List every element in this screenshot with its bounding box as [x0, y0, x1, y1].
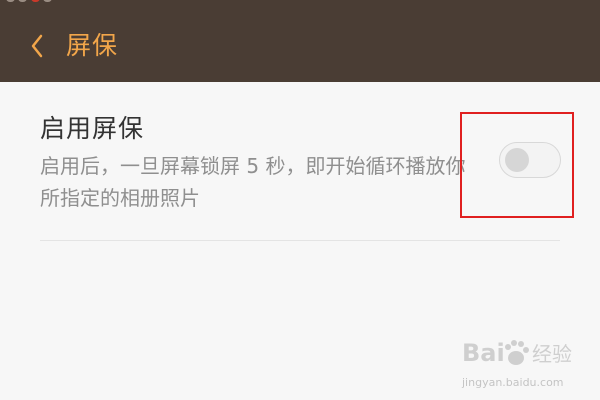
chevron-left-icon: [31, 34, 43, 58]
setting-description: 启用后，一旦屏幕锁屏 5 秒，即开始循环播放你所指定的相册照片: [40, 154, 466, 210]
screensaver-toggle[interactable]: [499, 142, 561, 178]
baidu-jingyan-watermark: Bai 经验 jingyan.baidu.com: [462, 334, 592, 394]
baidu-paw-logo: Bai 经验: [462, 339, 572, 367]
back-button[interactable]: [26, 30, 50, 62]
svg-text:Bai: Bai: [462, 339, 505, 367]
toggle-knob: [505, 148, 529, 172]
setting-title: 启用屏保: [40, 114, 145, 143]
divider: [40, 240, 560, 241]
app-header: 屏保: [0, 0, 600, 82]
svg-text:经验: 经验: [532, 342, 572, 366]
page-title: 屏保: [66, 31, 119, 60]
status-bar-fragment: [0, 0, 60, 6]
watermark-url: jingyan.baidu.com: [462, 376, 564, 389]
